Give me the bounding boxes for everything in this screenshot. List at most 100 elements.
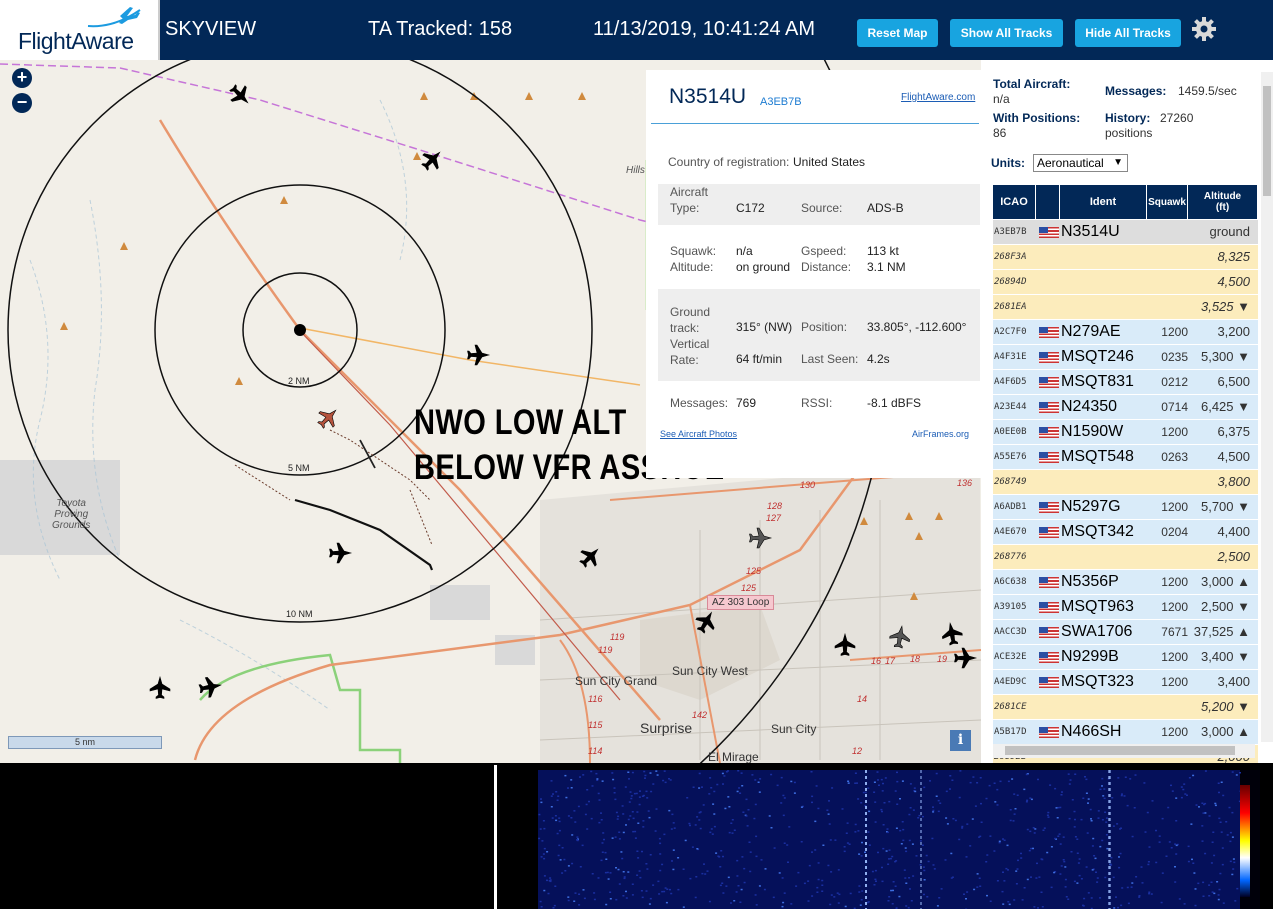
- with-positions-label: With Positions:: [993, 111, 1081, 125]
- sidebar-vertical-scrollbar[interactable]: [1261, 72, 1273, 742]
- us-flag-icon: [1039, 677, 1059, 688]
- col-squawk[interactable]: Squawk: [1147, 185, 1188, 219]
- row-icao: A4F31E: [994, 352, 1027, 362]
- road-number: 19: [937, 654, 948, 664]
- hide-all-tracks-button[interactable]: Hide All Tracks: [1075, 19, 1181, 47]
- row-squawk: 0263: [1161, 450, 1188, 464]
- row-flag: [1037, 420, 1059, 444]
- aircraft-table-row[interactable]: 2681EA 3,525 ▼: [993, 295, 1258, 320]
- aircraft-table-row[interactable]: 26894D 4,500: [993, 270, 1258, 295]
- aircraft-marker-icon[interactable]: [149, 675, 171, 699]
- airframes-link[interactable]: AirFrames.org: [912, 429, 969, 439]
- row-flag: [1037, 245, 1059, 269]
- total-aircraft-label: Total Aircraft:: [993, 77, 1071, 91]
- aircraft-map[interactable]: + − 2 NM 5 NM 10 NM Sun City Grand Sun C…: [0, 60, 981, 763]
- ring-label-2nm: 2 NM: [288, 376, 310, 386]
- flightaware-link[interactable]: FlightAware.com: [901, 92, 975, 103]
- aircraft-table-row[interactable]: A4ED9C MSQT323 1200 3,400: [993, 670, 1258, 695]
- aircraft-marker-icon[interactable]: [418, 145, 447, 174]
- waterfall-color-scale: [1240, 785, 1250, 897]
- aircraft-table-row[interactable]: 268776 2,500: [993, 545, 1258, 570]
- road-number: 18: [910, 654, 921, 664]
- place-sun-city-west: Sun City West: [672, 664, 748, 678]
- aircraft-table-row[interactable]: AACC3D SWA1706 7671 37,525 ▲: [993, 620, 1258, 645]
- row-squawk: 1200: [1161, 650, 1188, 664]
- aircraft-table-row[interactable]: 2681CE 5,200 ▼: [993, 695, 1258, 720]
- us-flag-icon: [1039, 602, 1059, 613]
- flightaware-logo[interactable]: FlightAware: [0, 0, 160, 60]
- row-flag: [1037, 320, 1059, 344]
- source-value: ADS-B: [867, 201, 904, 215]
- altitude-label: Altitude:: [670, 260, 714, 274]
- show-all-tracks-button[interactable]: Show All Tracks: [950, 19, 1063, 47]
- row-squawk: 1200: [1161, 425, 1188, 439]
- units-select[interactable]: Aeronautical ▼: [1033, 154, 1128, 172]
- aircraft-table-row[interactable]: A2C7F0 N279AE 1200 3,200: [993, 320, 1258, 345]
- aircraft-table-row[interactable]: A0EE0B N1590W 1200 6,375: [993, 420, 1258, 445]
- aircraft-type-value: C172: [736, 201, 765, 215]
- col-altitude[interactable]: Altitude (ft): [1188, 185, 1258, 219]
- position-label: Position:: [801, 320, 848, 334]
- aircraft-photos-link[interactable]: See Aircraft Photos: [660, 429, 737, 439]
- ta-tracked-count: TA Tracked: 158: [368, 18, 513, 40]
- row-ident: [1061, 270, 1147, 294]
- col-flag[interactable]: [1036, 185, 1060, 219]
- sidebar-horizontal-scrollbar[interactable]: [993, 744, 1255, 758]
- row-flag: [1037, 445, 1059, 469]
- messages-rate-value: 1459.5/sec: [1178, 84, 1237, 98]
- scrollbar-thumb[interactable]: [1263, 86, 1271, 196]
- ring-label-10nm: 10 NM: [286, 609, 313, 619]
- aircraft-marker-icon[interactable]: [314, 403, 343, 432]
- us-flag-icon: [1039, 577, 1059, 588]
- map-info-button[interactable]: i: [950, 730, 971, 751]
- scrollbar-thumb[interactable]: [1005, 746, 1235, 755]
- aircraft-table-row[interactable]: A6C638 N5356P 1200 3,000 ▲: [993, 570, 1258, 595]
- reset-map-button[interactable]: Reset Map: [857, 19, 938, 47]
- aircraft-table-row[interactable]: A4F6D5 MSQT831 0212 6,500: [993, 370, 1258, 395]
- aircraft-table-row[interactable]: A6ADB1 N5297G 1200 5,700 ▼: [993, 495, 1258, 520]
- aircraft-table-row[interactable]: 268F3A 8,325: [993, 245, 1258, 270]
- selected-aircraft-popup: N3514U A3EB7B FlightAware.com Country of…: [646, 70, 981, 478]
- us-flag-icon: [1039, 377, 1059, 388]
- popup-divider: [651, 123, 979, 124]
- row-squawk: 0235: [1161, 350, 1188, 364]
- zoom-in-button[interactable]: +: [12, 68, 32, 88]
- road-number: 127: [766, 513, 782, 523]
- aircraft-table-row[interactable]: A4E670 MSQT342 0204 4,400: [993, 520, 1258, 545]
- row-icao: A2C7F0: [994, 327, 1027, 337]
- col-icao[interactable]: ICAO: [993, 185, 1036, 219]
- aircraft-table-row[interactable]: 268749 3,800: [993, 470, 1258, 495]
- aircraft-marker-icon[interactable]: [226, 81, 255, 110]
- logo-text: FlightAware: [18, 28, 134, 54]
- aircraft-table-row[interactable]: A3EB7B N3514U ground: [993, 220, 1258, 245]
- history-label: History:: [1105, 111, 1151, 125]
- row-squawk: [1148, 695, 1188, 719]
- aircraft-table-row[interactable]: A4F31E MSQT246 0235 5,300 ▼: [993, 345, 1258, 370]
- aircraft-table-row[interactable]: A5B17D N466SH 1200 3,000 ▲: [993, 720, 1258, 745]
- gspeed-value: 113 kt: [867, 244, 899, 258]
- aircraft-table-row[interactable]: A23E44 N24350 0714 6,425 ▼: [993, 395, 1258, 420]
- row-ident: MSQT548: [1061, 448, 1134, 465]
- aircraft-marker-icon[interactable]: [198, 675, 223, 698]
- row-ident: [1061, 295, 1147, 319]
- row-altitude: 3,400 ▼: [1200, 649, 1250, 664]
- aircraft-table-row[interactable]: A55E76 MSQT548 0263 4,500: [993, 445, 1258, 470]
- aircraft-table-row[interactable]: ACE32E N9299B 1200 3,400 ▼: [993, 645, 1258, 670]
- row-flag: [1037, 395, 1059, 419]
- gear-icon[interactable]: [1191, 16, 1217, 42]
- app-name: SKYVIEW: [165, 18, 257, 40]
- us-flag-icon: [1039, 727, 1059, 738]
- row-ident: [1061, 245, 1147, 269]
- altitude-value: on ground: [736, 260, 791, 274]
- aircraft-table-row[interactable]: A39105 MSQT963 1200 2,500 ▼: [993, 595, 1258, 620]
- row-icao: 268749: [994, 477, 1027, 487]
- with-positions-value: 86: [993, 126, 1007, 140]
- row-icao: A6C638: [994, 577, 1027, 587]
- road-number: 119: [598, 645, 613, 655]
- aircraft-marker-icon[interactable]: [329, 542, 353, 564]
- us-flag-icon: [1039, 502, 1059, 513]
- row-icao: 26894D: [994, 277, 1027, 287]
- vertical-rate-value: 64 ft/min: [736, 352, 783, 366]
- zoom-out-button[interactable]: −: [12, 93, 32, 113]
- col-ident[interactable]: Ident: [1060, 185, 1147, 219]
